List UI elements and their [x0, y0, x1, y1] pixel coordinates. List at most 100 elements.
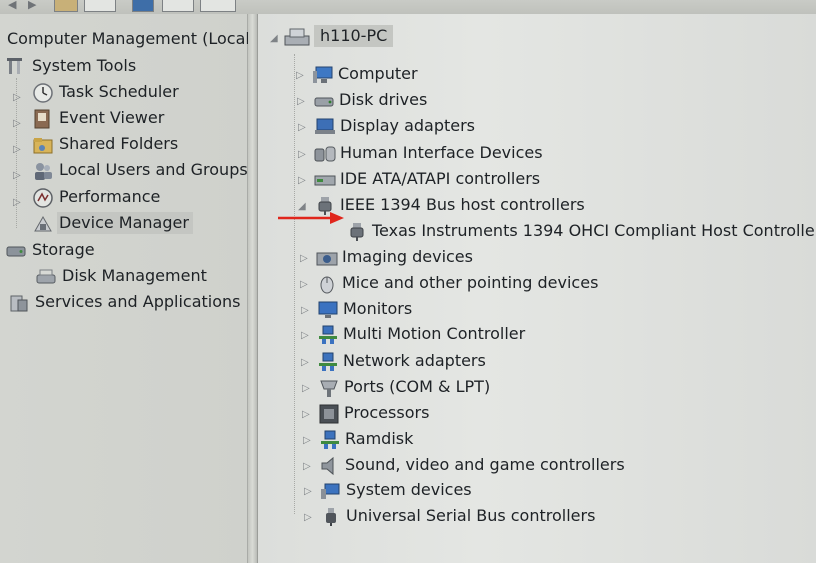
tree-item-storage[interactable]: Storage: [6, 239, 95, 261]
system-device-icon: [320, 481, 340, 499]
speaker-icon: [319, 456, 339, 476]
expand-arrow-icon[interactable]: ▷: [303, 462, 311, 472]
expand-arrow-icon[interactable]: ▷: [304, 513, 312, 523]
device-category-row[interactable]: IEEE 1394 Bus host controllers: [314, 194, 585, 216]
camera-icon: [316, 248, 338, 266]
tree-root-computer[interactable]: h110-PC: [284, 25, 394, 47]
device-category-label: Imaging devices: [342, 247, 473, 266]
properties-icon[interactable]: [84, 0, 116, 12]
tree-item-system-tools[interactable]: System Tools: [6, 55, 136, 77]
folder-icon[interactable]: [54, 0, 78, 12]
clock-icon: [33, 83, 53, 103]
expand-arrow-icon[interactable]: ▷: [298, 176, 306, 186]
device-category-row[interactable]: Computer: [312, 63, 418, 85]
device-category-label: Disk drives: [339, 90, 428, 109]
services-icon: [9, 293, 29, 312]
device-category-label: Sound, video and game controllers: [345, 455, 625, 474]
device-category-row[interactable]: Ports (COM & LPT): [318, 376, 490, 398]
help-icon[interactable]: [132, 0, 154, 12]
expand-arrow-icon[interactable]: ▷: [13, 93, 21, 103]
device-category-label: Monitors: [343, 299, 413, 318]
mouse-icon: [316, 274, 336, 294]
port-icon: [318, 378, 338, 397]
toolbar: ◀ ▶: [0, 0, 816, 14]
tree-item-disk-management[interactable]: Disk Management: [36, 265, 207, 287]
device-row-texas-instruments-controller[interactable]: Texas Instruments 1394 OHCI Compliant Ho…: [346, 220, 816, 242]
disk-management-icon: [36, 267, 56, 285]
tree-label: Device Manager: [57, 212, 193, 234]
tree-item-services-applications[interactable]: Services and Applications: [9, 291, 240, 313]
collapse-arrow-icon[interactable]: ◢: [270, 34, 278, 44]
device-category-row[interactable]: Sound, video and game controllers: [319, 454, 625, 476]
device-category-row[interactable]: Monitors: [317, 298, 412, 320]
device-category-row[interactable]: Imaging devices: [316, 246, 473, 268]
network-icon: [317, 352, 337, 371]
users-icon: [33, 161, 53, 180]
tree-item-shared-folders[interactable]: Shared Folders: [33, 133, 178, 155]
device-category-row[interactable]: Universal Serial Bus controllers: [320, 505, 595, 527]
expand-arrow-icon[interactable]: ▷: [300, 280, 308, 290]
expand-arrow-icon[interactable]: ▷: [298, 123, 306, 133]
device-category-label: Network adapters: [343, 351, 486, 370]
device-category-row[interactable]: Human Interface Devices: [314, 142, 543, 164]
tree-label: System Tools: [32, 56, 137, 75]
tree-label: Disk Management: [62, 266, 207, 285]
red-pointer-arrow: [278, 212, 344, 224]
device-category-row[interactable]: Disk drives: [313, 89, 427, 111]
expand-arrow-icon[interactable]: ▷: [298, 150, 306, 160]
back-arrow-icon[interactable]: ◀: [8, 0, 16, 10]
device-category-row[interactable]: Mice and other pointing devices: [316, 272, 598, 294]
tree-item-event-viewer[interactable]: Event Viewer: [33, 107, 164, 129]
console-tree-pane: Computer Management (Local System Tools …: [0, 14, 250, 563]
device-category-row[interactable]: Ramdisk: [319, 428, 413, 450]
tree-item-performance[interactable]: Performance: [33, 186, 160, 208]
expand-arrow-icon[interactable]: ▷: [303, 436, 311, 446]
expand-arrow-icon[interactable]: ▷: [13, 171, 21, 181]
device-category-label: Mice and other pointing devices: [342, 273, 599, 292]
device-tree-pane: ◢ h110-PC ▷ Computer ▷ Disk drives ▷ Display …: [258, 14, 816, 563]
tools-icon: [6, 57, 26, 75]
view-icon[interactable]: [162, 0, 194, 12]
expand-arrow-icon[interactable]: ▷: [13, 198, 21, 208]
device-category-label: Ramdisk: [345, 429, 414, 448]
expand-arrow-icon[interactable]: ▷: [304, 487, 312, 497]
device-category-label: IDE ATA/ATAPI controllers: [340, 169, 541, 188]
tree-label: Storage: [32, 240, 95, 259]
network-icon: [317, 325, 337, 344]
expand-arrow-icon[interactable]: ▷: [302, 410, 310, 420]
device-category-label: Ports (COM & LPT): [344, 377, 491, 396]
usb-icon: [320, 507, 340, 526]
refresh-icon[interactable]: [200, 0, 236, 12]
device-category-row[interactable]: Processors: [318, 402, 429, 424]
expand-arrow-icon[interactable]: ▷: [300, 254, 308, 264]
network-icon: [319, 430, 339, 449]
expand-arrow-icon[interactable]: ▷: [301, 331, 309, 341]
expand-arrow-icon[interactable]: ▷: [13, 119, 21, 129]
display-adapter-icon: [314, 117, 335, 135]
device-category-row[interactable]: Display adapters: [314, 115, 475, 137]
pane-splitter[interactable]: [248, 14, 258, 563]
monitor-icon: [317, 300, 338, 318]
tree-root-computer-management[interactable]: Computer Management (Local: [7, 28, 250, 50]
device-category-label: Processors: [344, 403, 430, 422]
device-category-label: Multi Motion Controller: [343, 324, 526, 343]
expand-arrow-icon[interactable]: ▷: [297, 97, 305, 107]
tree-label: Local Users and Groups: [59, 160, 248, 179]
ide-controller-icon: [314, 170, 336, 188]
expand-arrow-icon[interactable]: ▷: [301, 358, 309, 368]
device-category-row[interactable]: Network adapters: [317, 350, 486, 372]
expand-arrow-icon[interactable]: ▷: [302, 384, 310, 394]
performance-icon: [33, 188, 53, 208]
tree-item-device-manager[interactable]: Device Manager: [33, 212, 193, 234]
forward-arrow-icon[interactable]: ▶: [28, 0, 36, 10]
tree-item-task-scheduler[interactable]: Task Scheduler: [33, 81, 179, 103]
expand-arrow-icon[interactable]: ▷: [13, 145, 21, 155]
expand-arrow-icon[interactable]: ▷: [301, 306, 309, 316]
device-category-row[interactable]: Multi Motion Controller: [317, 323, 525, 345]
expand-arrow-icon[interactable]: ▷: [296, 71, 304, 81]
device-category-label: Human Interface Devices: [340, 143, 543, 162]
tree-item-local-users[interactable]: Local Users and Groups: [33, 159, 248, 181]
device-category-row[interactable]: IDE ATA/ATAPI controllers: [314, 168, 540, 190]
device-category-row[interactable]: System devices: [320, 479, 472, 501]
computer-name-label: h110-PC: [314, 25, 394, 47]
